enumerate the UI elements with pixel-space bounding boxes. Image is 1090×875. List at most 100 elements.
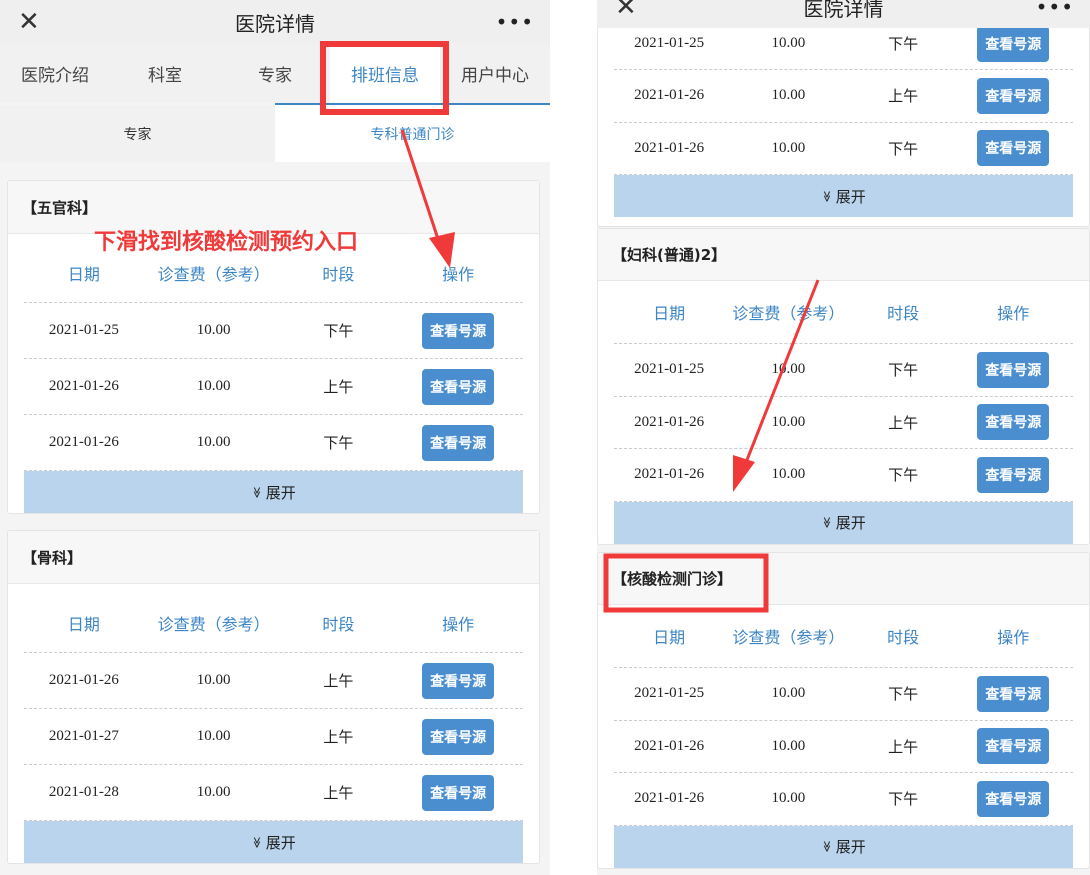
close-icon[interactable]: ✕ bbox=[18, 7, 40, 37]
expand-label: 展开 bbox=[835, 187, 866, 206]
date-cell: 2021-01-26 bbox=[634, 790, 705, 807]
action-cell: 查看号源 bbox=[393, 774, 523, 811]
fee-cell: 10.00 bbox=[196, 434, 231, 450]
date-cell: 2021-01-26 bbox=[634, 413, 705, 430]
tab-experts[interactable]: 专家 bbox=[220, 44, 330, 103]
view-slots-button[interactable]: 查看号源 bbox=[977, 130, 1050, 167]
page-title: 医院详情 bbox=[803, 0, 884, 21]
tab-user-center[interactable]: 用户中心 bbox=[440, 44, 550, 103]
view-slots-button[interactable]: 查看号源 bbox=[977, 780, 1050, 817]
left-screen: ✕ 医院详情 ••• 医院介绍 科室 专家 排班信息 用户中心 专家 专科普通门… bbox=[0, 0, 550, 875]
period-cell: 上午 bbox=[323, 784, 354, 802]
expand-label: 展开 bbox=[265, 833, 296, 852]
title-bar: ✕ 医院详情 ••• bbox=[0, 0, 550, 44]
view-slots-button[interactable]: 查看号源 bbox=[977, 456, 1050, 493]
tab-departments[interactable]: 科室 bbox=[110, 44, 220, 103]
view-slots-button[interactable]: 查看号源 bbox=[977, 404, 1050, 441]
table-row: 2021-01-26 10.00 下午 查看号源 bbox=[24, 415, 523, 471]
view-slots-button[interactable]: 查看号源 bbox=[422, 424, 495, 461]
table-row: 2021-01-25 10.00 下午 查看号源 bbox=[614, 344, 1073, 397]
column-header: 操作 bbox=[442, 265, 475, 284]
schedule-table: 日期 诊查费（参考） 时段 操作 2021-01-26 10.00 上午 查看号源 2021-0… bbox=[24, 584, 523, 863]
table-row: 2021-01-28 10.00 上午 查看号源 bbox=[24, 765, 523, 821]
period-cell: 下午 bbox=[888, 790, 919, 809]
column-header: 日期 bbox=[67, 265, 100, 284]
fee-cell: 10.00 bbox=[771, 361, 806, 378]
action-cell: 查看号源 bbox=[393, 424, 523, 461]
subtab-experts[interactable]: 专家 bbox=[0, 105, 275, 162]
tab-schedule[interactable]: 排班信息 bbox=[330, 44, 440, 103]
fee-cell: 10.00 bbox=[771, 466, 806, 483]
table-header: 日期 诊查费（参考） 时段 操作 bbox=[24, 584, 523, 653]
page-title: 医院详情 bbox=[235, 11, 315, 36]
table-row: 2021-01-26 10.00 下午 查看号源 bbox=[614, 123, 1073, 175]
view-slots-button[interactable]: 查看号源 bbox=[422, 368, 495, 405]
fee-cell: 10.00 bbox=[771, 87, 806, 104]
column-header: 时段 bbox=[322, 265, 355, 284]
date-cell: 2021-01-26 bbox=[48, 434, 119, 450]
action-cell: 查看号源 bbox=[954, 675, 1073, 712]
close-icon[interactable]: ✕ bbox=[615, 0, 637, 22]
view-slots-button[interactable]: 查看号源 bbox=[977, 351, 1050, 388]
column-header: 日期 bbox=[653, 628, 686, 647]
schedule-card: 【核酸检测门诊】 日期 诊查费（参考） 时段 操作 2021-01-25 10.00 下午 查看… bbox=[597, 552, 1090, 869]
subtab-general-clinic[interactable]: 专科普通门诊 bbox=[275, 103, 550, 162]
view-slots-button[interactable]: 查看号源 bbox=[422, 774, 495, 811]
department-title: 【骨科】 bbox=[8, 531, 539, 584]
annotation-text: 下滑找到核酸检测预约入口 bbox=[94, 230, 359, 255]
action-cell: 查看号源 bbox=[954, 404, 1073, 441]
table-row: 2021-01-26 10.00 上午 查看号源 bbox=[24, 359, 523, 415]
date-cell: 2021-01-26 bbox=[634, 87, 705, 104]
more-icon[interactable]: ••• bbox=[496, 10, 534, 34]
date-cell: 2021-01-25 bbox=[634, 35, 705, 51]
column-header: 诊查费（参考） bbox=[157, 265, 270, 284]
table-row: 2021-01-26 10.00 上午 查看号源 bbox=[24, 653, 523, 709]
action-cell: 查看号源 bbox=[393, 662, 523, 699]
column-header: 日期 bbox=[67, 615, 100, 634]
view-slots-button[interactable]: 查看号源 bbox=[422, 718, 495, 755]
column-header: 诊查费（参考） bbox=[157, 615, 270, 634]
fee-cell: 10.00 bbox=[196, 378, 231, 394]
action-cell: 查看号源 bbox=[393, 368, 523, 405]
schedule-card: 【骨科】 日期 诊查费（参考） 时段 操作 2021-01-26 10.00 上午 查看号源 20… bbox=[7, 530, 540, 864]
expand-button[interactable]: ≫ 展开 bbox=[614, 175, 1073, 217]
column-header: 操作 bbox=[997, 628, 1030, 647]
chevron-double-down-icon: ≫ bbox=[820, 840, 834, 853]
title-bar: ✕ 医院详情 ••• bbox=[597, 0, 1090, 28]
fee-cell: 10.00 bbox=[771, 737, 806, 754]
expand-button[interactable]: ≫ 展开 bbox=[24, 821, 523, 863]
action-cell: 查看号源 bbox=[954, 351, 1073, 388]
view-slots-button[interactable]: 查看号源 bbox=[977, 77, 1050, 114]
date-cell: 2021-01-25 bbox=[634, 361, 705, 378]
expand-button[interactable]: ≫ 展开 bbox=[614, 825, 1073, 868]
table-row: 2021-01-26 10.00 下午 查看号源 bbox=[614, 773, 1073, 826]
schedule-card: 【妇科(普通)2】 日期 诊查费（参考） 时段 操作 2021-01-25 10.00 下午查… bbox=[597, 228, 1090, 545]
action-cell: 查看号源 bbox=[954, 130, 1073, 167]
period-cell: 上午 bbox=[888, 737, 919, 756]
view-slots-button[interactable]: 查看号源 bbox=[977, 25, 1050, 62]
date-cell: 2021-01-26 bbox=[48, 672, 119, 688]
expand-button[interactable]: ≫ 展开 bbox=[614, 501, 1073, 544]
tab-hospital-intro[interactable]: 医院介绍 bbox=[0, 44, 110, 103]
view-slots-button[interactable]: 查看号源 bbox=[977, 728, 1050, 765]
fee-cell: 10.00 bbox=[771, 790, 806, 807]
date-cell: 2021-01-26 bbox=[48, 378, 119, 394]
expand-label: 展开 bbox=[835, 838, 866, 856]
department-title: 【核酸检测门诊】 bbox=[598, 553, 1089, 605]
chevron-double-down-icon: ≫ bbox=[250, 836, 264, 848]
period-cell: 上午 bbox=[888, 87, 919, 106]
view-slots-button[interactable]: 查看号源 bbox=[422, 312, 495, 349]
table-row: 2021-01-25 10.00 下午 查看号源 bbox=[614, 668, 1073, 721]
view-slots-button[interactable]: 查看号源 bbox=[977, 675, 1050, 712]
column-header: 诊查费（参考） bbox=[732, 628, 845, 647]
chevron-double-down-icon: ≫ bbox=[250, 486, 264, 498]
date-cell: 2021-01-26 bbox=[634, 737, 705, 754]
period-cell: 下午 bbox=[888, 35, 919, 53]
period-cell: 上午 bbox=[323, 378, 354, 396]
fee-cell: 10.00 bbox=[196, 728, 231, 744]
view-slots-button[interactable]: 查看号源 bbox=[422, 662, 495, 699]
action-cell: 查看号源 bbox=[393, 312, 523, 349]
table-header: 日期 诊查费（参考） 时段 操作 bbox=[614, 605, 1073, 668]
more-icon[interactable]: ••• bbox=[1036, 0, 1074, 19]
expand-button[interactable]: ≫ 展开 bbox=[24, 471, 523, 513]
